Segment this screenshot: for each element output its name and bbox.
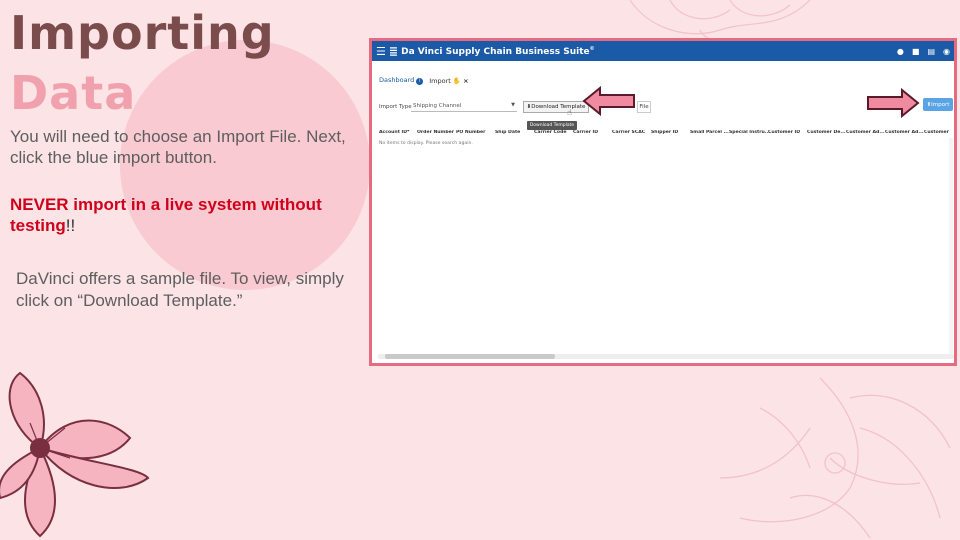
flower-illustration-bottom-right xyxy=(719,377,951,539)
column-header[interactable]: Small Parcel ... xyxy=(690,130,729,135)
tab-bar: Dashboard i Import ✋ × xyxy=(379,76,469,85)
warning-tail: !! xyxy=(65,216,76,235)
column-header[interactable]: Customer Ad... xyxy=(846,130,885,135)
power-icon[interactable]: ◉ xyxy=(943,47,950,56)
tab-import[interactable]: Import ✋ × xyxy=(429,77,468,85)
download-template-button[interactable]: ⬇ Download Template xyxy=(523,101,589,113)
column-header[interactable]: Account ID* xyxy=(379,130,409,135)
column-header[interactable]: Carrier SCAC xyxy=(612,130,645,135)
horizontal-scrollbar[interactable] xyxy=(378,354,954,359)
column-header[interactable]: PO Number xyxy=(456,130,485,135)
arrow-right-icon xyxy=(867,88,920,118)
user-icon[interactable]: ● xyxy=(897,47,904,56)
instructions-text: You will need to choose an Import File. … xyxy=(10,127,346,167)
import-type-value: Shipping Channel xyxy=(413,103,462,109)
slide-subtitle: Data xyxy=(10,66,137,120)
grid-menu-icon[interactable]: ≣ xyxy=(389,45,398,58)
grid-header: Account ID* Order Number PO Number Ship … xyxy=(379,130,954,138)
empty-grid-message: No items to display. Please search again… xyxy=(379,141,473,146)
tab-dashboard[interactable]: Dashboard i xyxy=(379,76,424,85)
app-header-bar: ☰ ≣ Da Vinci Supply Chain Business Suite… xyxy=(372,41,954,61)
import-button[interactable]: ⬆ Import xyxy=(923,98,953,111)
import-type-label: Import Type xyxy=(379,104,412,110)
column-header[interactable]: Shipper ID xyxy=(651,130,678,135)
hand-icon: ✋ xyxy=(452,76,462,85)
sample-file-note: DaVinci offers a sample file. To view, s… xyxy=(16,269,344,310)
import-button-label: Import xyxy=(931,101,950,108)
building-icon[interactable]: ■ xyxy=(912,47,920,56)
warning-bold: NEVER import in a live system without te… xyxy=(10,195,322,235)
file-field[interactable]: File xyxy=(637,101,651,113)
scrollbar-thumb[interactable] xyxy=(385,354,555,359)
arrow-left-icon xyxy=(582,86,635,116)
column-header[interactable]: Ship Date xyxy=(495,130,520,135)
flower-icon xyxy=(0,371,150,538)
column-header[interactable]: Customer xyxy=(924,130,949,135)
hamburger-menu-icon[interactable]: ☰ xyxy=(376,45,386,58)
app-title: Da Vinci Supply Chain Business Suite© xyxy=(401,45,595,57)
column-header[interactable]: Order Number xyxy=(417,130,454,135)
column-header[interactable]: Special Instru... xyxy=(729,130,770,135)
warning-text: NEVER import in a live system without te… xyxy=(10,194,375,236)
vertical-scrollbar[interactable] xyxy=(949,138,953,356)
slide-title: Importing xyxy=(10,6,275,60)
download-template-label: Download Template xyxy=(531,104,586,110)
cursor-icon: ☝ xyxy=(567,108,572,117)
chevron-down-icon: ▼ xyxy=(511,102,515,108)
column-header[interactable]: Customer ID xyxy=(768,130,800,135)
column-header[interactable]: Customer De... xyxy=(807,130,846,135)
column-header[interactable]: Carrier Code xyxy=(534,130,567,135)
tooltip: Download Template xyxy=(527,121,577,130)
info-icon: i xyxy=(416,78,424,85)
printer-icon[interactable]: ▤ xyxy=(927,47,935,56)
import-type-select[interactable]: Shipping Channel ▼ xyxy=(411,101,517,112)
column-header[interactable]: Carrier ID xyxy=(573,130,598,135)
column-header[interactable]: Customer Ad... xyxy=(885,130,924,135)
close-icon[interactable]: × xyxy=(463,77,468,85)
